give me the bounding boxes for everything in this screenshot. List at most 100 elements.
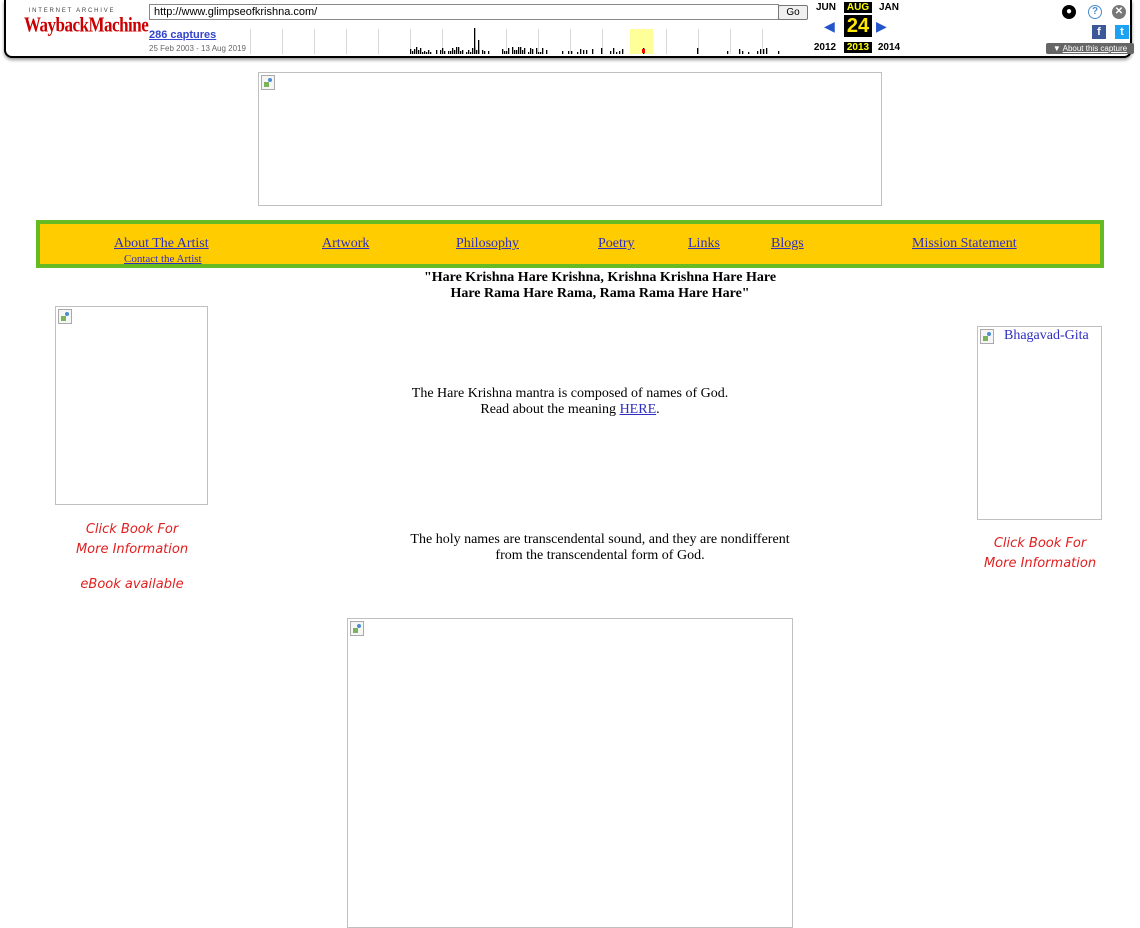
- sparkline-bar: [430, 52, 432, 54]
- sparkline-bar: [466, 52, 468, 54]
- sparkline-bar: [422, 52, 424, 54]
- sparkline-bar: [524, 48, 526, 54]
- sparkline-bar: [610, 51, 612, 54]
- close-icon[interactable]: ✕: [1112, 5, 1126, 19]
- nav-poetry[interactable]: Poetry: [598, 236, 635, 252]
- month-next[interactable]: JAN: [876, 2, 902, 13]
- sparkline-bar: [619, 51, 621, 54]
- sparkline-bar: [462, 50, 464, 54]
- user-icon[interactable]: ●: [1062, 5, 1076, 19]
- sparkline-bar: [456, 47, 458, 54]
- help-icon[interactable]: ?: [1088, 5, 1102, 19]
- right-book-caption[interactable]: Click Book For More Information: [960, 534, 1120, 574]
- wayback-toolbar: INTERNET ARCHIVE WaybackMachine http://w…: [4, 0, 1134, 58]
- sparkline-bar: [484, 51, 486, 54]
- facebook-icon[interactable]: f: [1092, 25, 1106, 39]
- sparkline-bar: [580, 49, 582, 54]
- meaning-here-link[interactable]: HERE: [620, 402, 657, 417]
- bhagavad-gita-image[interactable]: Bhagavad-Gita: [977, 326, 1102, 520]
- sparkline-bar: [450, 51, 452, 54]
- sparkline-bar: [530, 48, 532, 54]
- nav-about-artist[interactable]: About The Artist: [114, 236, 209, 252]
- sparkline-bar: [426, 52, 428, 54]
- header-banner-image: [258, 72, 882, 206]
- about-capture-button[interactable]: ▼ About this capture: [1046, 43, 1134, 54]
- holy-names-text: The holy names are transcendental sound,…: [350, 532, 850, 564]
- right-caption-line-2: More Information: [983, 556, 1097, 571]
- sparkline-bar: [454, 50, 456, 54]
- sparkline-bar: [583, 50, 585, 54]
- sparkline-bar: [414, 49, 416, 54]
- sparkline-bar: [472, 48, 474, 54]
- sparkline-bar: [482, 50, 484, 54]
- sparkline-bar: [562, 51, 564, 54]
- about-capture-label: About this capture: [1062, 44, 1128, 53]
- sparkline-bar: [763, 49, 765, 54]
- broken-image-icon: [980, 329, 994, 344]
- sparkline-bar: [440, 50, 442, 54]
- main-nav: About The Artist Contact the Artist Artw…: [36, 220, 1104, 268]
- nav-contact-artist[interactable]: Contact the Artist: [124, 253, 202, 265]
- sparkline-bar: [538, 52, 540, 54]
- sparkline-bar: [568, 51, 570, 54]
- sparkline-bar: [442, 48, 444, 54]
- main-artwork-image[interactable]: [347, 618, 793, 928]
- sparkline-bar: [468, 50, 470, 54]
- wayback-logo[interactable]: INTERNET ARCHIVE WaybackMachine: [24, 8, 149, 44]
- holy-names-line-1: The holy names are transcendental sound,…: [410, 532, 790, 547]
- go-button[interactable]: Go: [778, 5, 808, 20]
- sparkline-bar: [412, 51, 414, 54]
- sparkline-bar: [512, 47, 514, 54]
- captures-link[interactable]: 286 captures: [149, 29, 216, 41]
- broken-image-icon: [350, 621, 364, 636]
- sparkline-bar: [536, 48, 538, 54]
- sparkline-bar: [476, 50, 478, 54]
- nav-blogs[interactable]: Blogs: [771, 236, 804, 252]
- url-input[interactable]: http://www.glimpseofkrishna.com/: [149, 4, 779, 20]
- sparkline-bar: [757, 51, 759, 54]
- sparkline-bar: [488, 51, 490, 54]
- current-day: 24: [844, 15, 872, 37]
- mantra-text: "Hare Krishna Hare Krishna, Krishna Kris…: [300, 270, 900, 302]
- year-next[interactable]: 2014: [874, 42, 904, 53]
- sparkline-bar: [424, 51, 426, 54]
- sparkline-bar: [739, 49, 741, 54]
- sparkline-bar: [506, 51, 508, 54]
- sparkline-bar: [516, 50, 518, 54]
- right-caption-line-1: Click Book For: [993, 536, 1087, 551]
- prev-capture-arrow-icon[interactable]: ◀: [824, 19, 835, 33]
- sparkline-bar: [410, 49, 412, 54]
- intro-line-2-suffix: .: [656, 402, 660, 417]
- sparkline-bar: [546, 50, 548, 54]
- capture-sparkline[interactable]: [250, 26, 785, 54]
- month-prev[interactable]: JUN: [813, 2, 839, 13]
- sparkline-bar: [532, 49, 534, 54]
- logo-main-text: WaybackMachine: [24, 12, 149, 37]
- sparkline-bar: [766, 48, 768, 54]
- sparkline-bar: [542, 48, 544, 54]
- sparkline-bar: [622, 49, 624, 54]
- sparkline-bar: [458, 47, 460, 54]
- sparkline-bar: [474, 28, 476, 54]
- twitter-icon[interactable]: t: [1115, 25, 1129, 39]
- sparkline-bar: [592, 49, 594, 54]
- ebook-available-text[interactable]: eBook available: [40, 575, 224, 595]
- nav-mission-statement[interactable]: Mission Statement: [912, 236, 1017, 252]
- mantra-line-1: "Hare Krishna Hare Krishna, Krishna Kris…: [423, 270, 777, 285]
- intro-line-1: The Hare Krishna mantra is composed of n…: [411, 386, 729, 401]
- nav-artwork[interactable]: Artwork: [322, 236, 369, 252]
- sparkline-bar: [616, 52, 618, 54]
- intro-line-2: Read about the meaning HERE.: [340, 402, 800, 418]
- sparkline-bar: [697, 48, 699, 54]
- month-current: AUG: [844, 2, 872, 13]
- nav-philosophy[interactable]: Philosophy: [456, 236, 519, 252]
- sparkline-bar: [444, 51, 446, 54]
- sparkline-bar: [613, 48, 615, 54]
- left-book-image[interactable]: [55, 306, 208, 505]
- left-book-caption[interactable]: Click Book For More Information: [40, 520, 224, 560]
- nav-links[interactable]: Links: [688, 236, 720, 252]
- sparkline-bar: [577, 52, 579, 54]
- sparkline-bar: [528, 52, 530, 54]
- next-capture-arrow-icon[interactable]: ▶: [876, 19, 887, 33]
- year-prev[interactable]: 2012: [810, 42, 840, 53]
